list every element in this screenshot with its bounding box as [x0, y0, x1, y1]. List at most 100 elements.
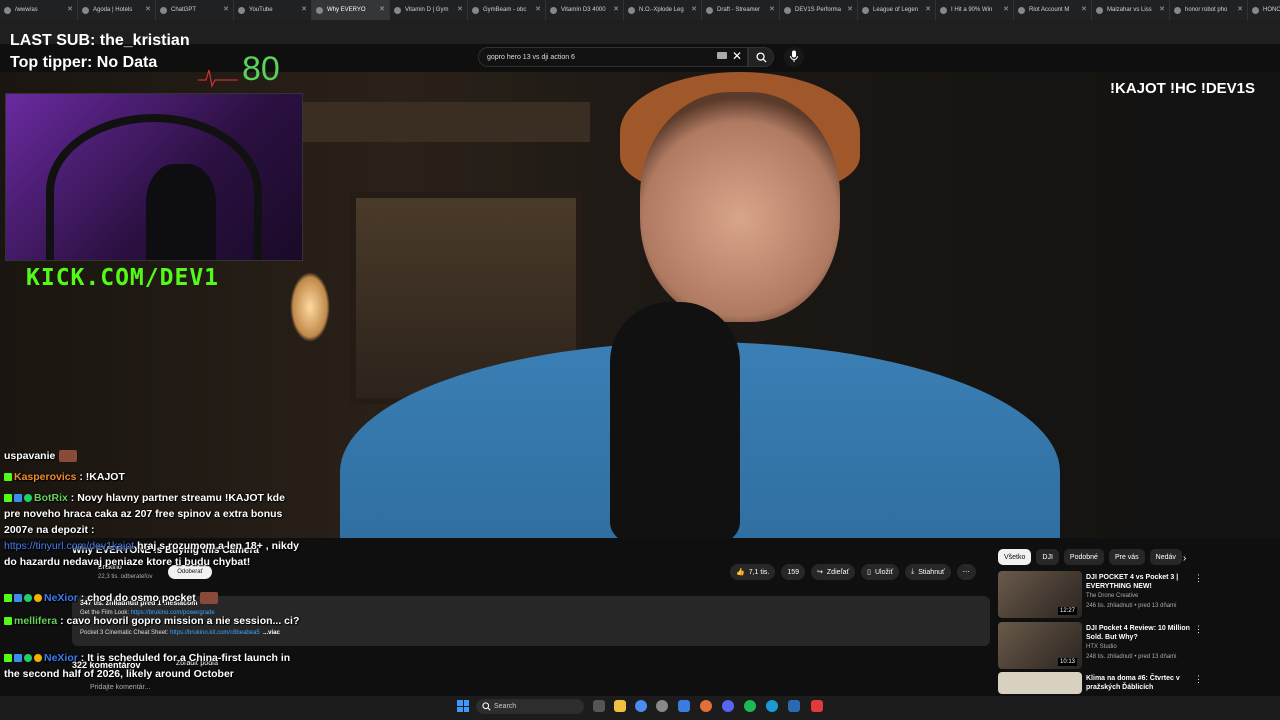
chat-username[interactable]: mellifera	[14, 615, 57, 627]
filter-chip[interactable]: DJI	[1036, 549, 1059, 565]
tab-label: I Hit a 90% Win	[951, 7, 993, 13]
browser-tab[interactable]: ChatGPT ✕	[156, 0, 234, 20]
more-icon: ⋯	[962, 569, 970, 576]
chat-badge-icon	[24, 594, 32, 603]
tab-favicon-icon	[1096, 6, 1103, 14]
app-icon[interactable]	[656, 700, 668, 712]
chrome-icon[interactable]	[635, 700, 647, 712]
chat-emote-icon	[199, 592, 218, 605]
tab-favicon-icon	[706, 6, 713, 14]
chat-text: cavo hovoril gopro mission a nie session…	[66, 615, 300, 627]
taskbar-search[interactable]: Search	[476, 699, 584, 714]
windows-start-icon[interactable]	[457, 700, 469, 712]
browser-tab[interactable]: I Hit a 90% Win ✕	[936, 0, 1014, 20]
tab-favicon-icon	[1252, 6, 1259, 14]
tab-favicon-icon	[472, 6, 479, 14]
chat-username[interactable]: NeXior	[44, 652, 78, 664]
discord-icon[interactable]	[722, 700, 734, 712]
browser-tab[interactable]: N.O.-Xplode Leg ✕	[624, 0, 702, 20]
chat-badge-icon	[4, 617, 12, 626]
top-tipper-label: Top tipper: No Data	[10, 54, 158, 71]
close-tab-icon[interactable]: ✕	[223, 5, 229, 13]
close-tab-icon[interactable]: ✕	[1159, 5, 1165, 13]
chevron-right-icon[interactable]: ›	[1183, 553, 1186, 564]
app-icon[interactable]	[678, 700, 690, 712]
tab-favicon-icon	[1174, 6, 1181, 14]
browser-tab[interactable]: GymBeam - obc ✕	[468, 0, 546, 20]
task-view-icon[interactable]	[593, 700, 605, 712]
keyboard-icon[interactable]	[717, 52, 727, 59]
cheat-sheet-link[interactable]: https://brukino.kit.com/c8beabea5	[170, 630, 260, 636]
tab-favicon-icon	[628, 6, 635, 14]
tab-label: HONOR Rob	[1263, 7, 1280, 13]
browser-tab[interactable]: Malzahar vs Liss ✕	[1092, 0, 1170, 20]
browser-tab[interactable]: /www/as ✕	[0, 0, 78, 20]
firefox-icon[interactable]	[700, 700, 712, 712]
download-button[interactable]: ⤓ Stiahnuť	[905, 564, 951, 580]
filter-chip[interactable]: Podobné	[1063, 549, 1104, 565]
more-link[interactable]: ...viac	[263, 630, 280, 636]
search-icon	[482, 702, 491, 711]
like-button[interactable]: 👍 7,1 tis.	[730, 564, 776, 580]
close-tab-icon[interactable]: ✕	[691, 5, 697, 13]
browser-tab[interactable]: Draft - Streamer ✕	[702, 0, 780, 20]
edge-icon[interactable]	[766, 700, 778, 712]
search-button[interactable]	[748, 47, 774, 67]
save-button[interactable]: ▯ Uložiť	[861, 564, 900, 580]
close-tab-icon[interactable]: ✕	[301, 5, 307, 13]
chat-username[interactable]: NeXior	[44, 592, 78, 604]
filter-chip[interactable]: Všetko	[998, 549, 1032, 565]
share-label: Zdieľať	[826, 568, 850, 576]
close-tab-icon[interactable]: ✕	[379, 5, 385, 13]
app-icon[interactable]	[811, 700, 823, 712]
close-tab-icon[interactable]: ✕	[925, 5, 931, 13]
chat-link[interactable]: https://tinyurl.com/dev1kajot	[4, 540, 134, 552]
share-button[interactable]: ↪ Zdieľať	[811, 564, 856, 580]
video-thumbnail[interactable]	[998, 672, 1082, 694]
filter-chip[interactable]: Pre vás	[1108, 549, 1145, 565]
stream-commands: !KAJOT !HC !DEV1S	[1110, 80, 1256, 97]
chat-username[interactable]: BotRix	[34, 492, 68, 504]
close-tab-icon[interactable]: ✕	[1237, 5, 1243, 13]
add-comment-input[interactable]: Pridajte komentár...	[90, 684, 150, 691]
more-icon[interactable]: ⋮	[1194, 624, 1203, 635]
close-tab-icon[interactable]: ✕	[145, 5, 151, 13]
close-tab-icon[interactable]: ✕	[67, 5, 73, 13]
chat-username[interactable]: Kasperovics	[14, 471, 76, 483]
filter-chip[interactable]: Nedáv	[1149, 549, 1182, 565]
browser-tab[interactable]: YouTube ✕	[234, 0, 312, 20]
browser-tab[interactable]: Agoda | Hotels ✕	[78, 0, 156, 20]
close-tab-icon[interactable]: ✕	[457, 5, 463, 13]
tab-favicon-icon	[4, 6, 11, 14]
tab-favicon-icon	[550, 6, 557, 14]
recommended-video[interactable]: Klima na doma #6: Čtvrtec v pražských Ďá…	[998, 672, 1248, 694]
browser-tab[interactable]: Vitamin D | Gym ✕	[390, 0, 468, 20]
tab-favicon-icon	[316, 6, 323, 14]
browser-tab[interactable]: DEV1S Performa ✕	[780, 0, 858, 20]
close-tab-icon[interactable]: ✕	[847, 5, 853, 13]
close-tab-icon[interactable]: ✕	[535, 5, 541, 13]
steam-icon[interactable]	[788, 700, 800, 712]
close-tab-icon[interactable]: ✕	[769, 5, 775, 13]
dislike-button[interactable]: 159	[781, 564, 806, 580]
taskbar-search-label: Search	[494, 703, 517, 710]
search-input[interactable]: gopro hero 13 vs dji action 6	[478, 47, 748, 67]
clear-search-icon[interactable]: ✕	[732, 49, 742, 63]
file-explorer-icon[interactable]	[614, 700, 626, 712]
close-tab-icon[interactable]: ✕	[613, 5, 619, 13]
more-icon[interactable]: ⋮	[1194, 573, 1203, 584]
voice-search-button[interactable]	[784, 47, 804, 67]
more-actions-button[interactable]: ⋯	[956, 564, 976, 580]
browser-tab[interactable]: League of Legen ✕	[858, 0, 936, 20]
browser-tab[interactable]: honor robot pho ✕	[1170, 0, 1248, 20]
browser-tab[interactable]: Riot Account M ✕	[1014, 0, 1092, 20]
close-tab-icon[interactable]: ✕	[1003, 5, 1009, 13]
browser-tab[interactable]: Vitamín D3 4000 ✕	[546, 0, 624, 20]
browser-tab[interactable]: HONOR Rob✕	[1248, 0, 1280, 20]
spotify-icon[interactable]	[744, 700, 756, 712]
recommended-video[interactable]: 12:27 DJI POCKET 4 vs Pocket 3 | EVERYTHI…	[998, 571, 1248, 621]
recommended-video[interactable]: 10:13 DJI Pocket 4 Review: 10 Million Sol…	[998, 622, 1248, 672]
close-tab-icon[interactable]: ✕	[1081, 5, 1087, 13]
more-icon[interactable]: ⋮	[1194, 674, 1203, 685]
browser-tab[interactable]: Why EVERYO ✕	[312, 0, 390, 20]
